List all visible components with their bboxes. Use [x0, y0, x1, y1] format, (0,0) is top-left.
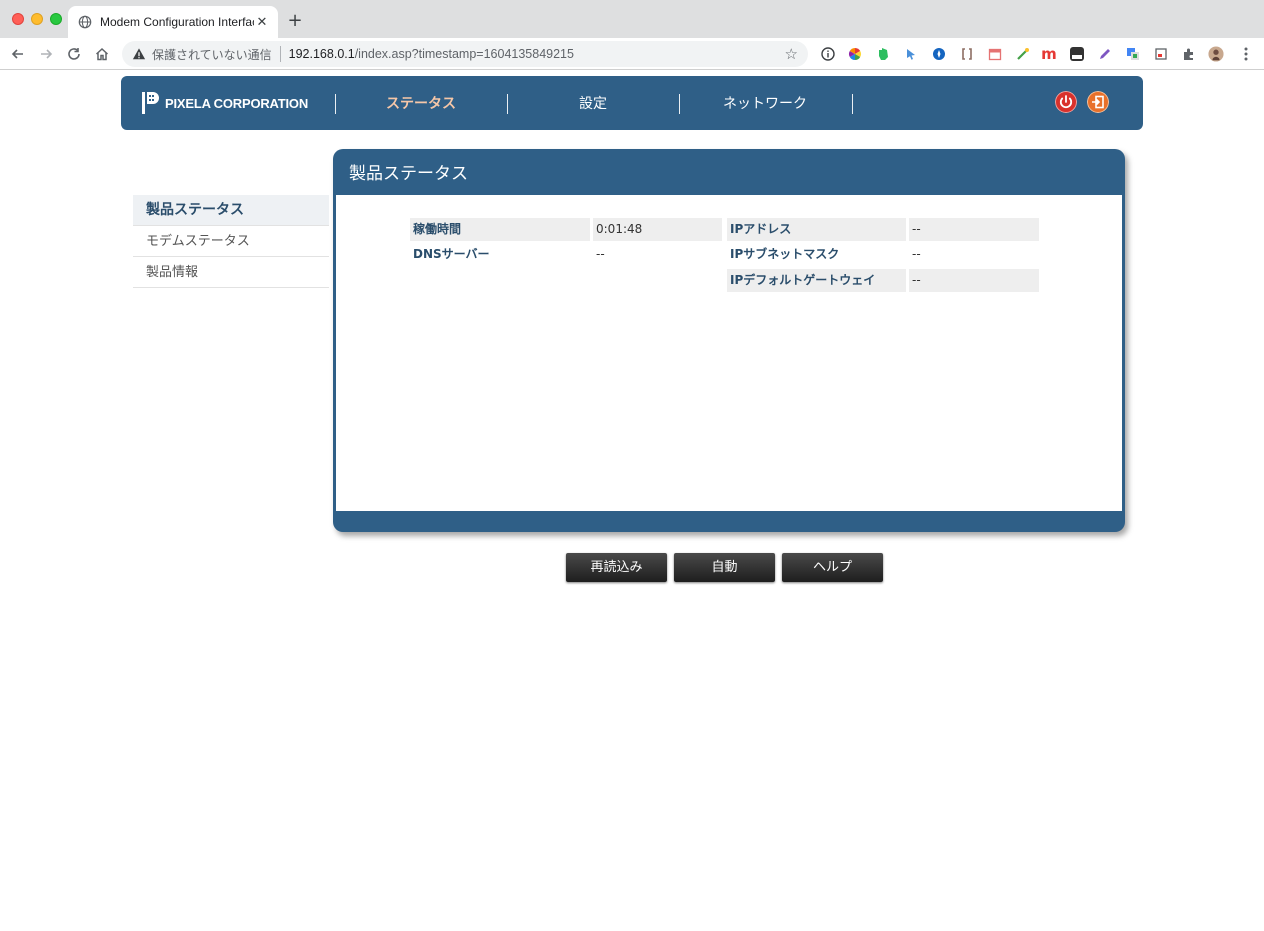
color-wheel-icon[interactable] [847, 46, 863, 62]
pixela-logo: PIXELA CORPORATION [141, 92, 308, 114]
router-header: PIXELA CORPORATION ステータス 設定 ネットワーク [121, 76, 1143, 130]
home-icon [95, 47, 109, 61]
ip-address-value: -- [909, 218, 1039, 241]
window-icon[interactable] [1153, 46, 1169, 62]
reload-button[interactable] [62, 42, 86, 66]
browser-tab[interactable]: Modem Configuration Interface ✕ [68, 6, 278, 38]
sidebar-item-product-status[interactable]: 製品ステータス [133, 195, 329, 226]
sidebar-item-product-info[interactable]: 製品情報 [133, 257, 329, 288]
address-separator [279, 46, 281, 62]
address-bar[interactable]: 保護されていない通信 192.168.0.1 /index.asp?timest… [122, 41, 808, 67]
evernote-icon[interactable] [875, 46, 891, 62]
window-zoom-button[interactable] [50, 13, 62, 25]
insecure-label[interactable]: 保護されていない通信 [152, 46, 272, 63]
logo-text: PIXELA CORPORATION [165, 95, 309, 111]
sidebar-item-modem-status[interactable]: モデムステータス [133, 226, 329, 257]
nav-status[interactable]: ステータス [336, 94, 506, 114]
uptime-label: 稼働時間 [410, 218, 590, 241]
reload-icon [68, 48, 80, 60]
m-icon[interactable]: m [1041, 45, 1057, 63]
default-gateway-label: IPデフォルトゲートウェイ [727, 269, 906, 292]
nav-network[interactable]: ネットワーク [680, 94, 850, 114]
auto-button[interactable]: 自動 [674, 553, 775, 582]
panel-body: 稼働時間 0:01:48 DNSサーバー -- IPアドレス -- IPサブネッ… [336, 195, 1122, 511]
subnet-mask-label: IPサブネットマスク [730, 247, 840, 261]
tab-close-icon[interactable]: ✕ [254, 15, 270, 30]
cursor-icon[interactable] [903, 46, 919, 62]
reload-data-button[interactable]: 再読込み [566, 553, 667, 582]
back-button[interactable] [6, 42, 30, 66]
url-path: /index.asp?timestamp=1604135849215 [354, 47, 574, 61]
window-minimize-button[interactable] [31, 13, 43, 25]
window-close-button[interactable] [12, 13, 24, 25]
status-panel: 製品ステータス 稼働時間 0:01:48 DNSサーバー -- IPアドレス -… [333, 149, 1125, 532]
new-tab-button[interactable]: + [284, 10, 306, 32]
tab-title: Modem Configuration Interface [100, 15, 254, 29]
warning-icon [132, 48, 146, 60]
nav-divider [852, 94, 853, 114]
menu-icon[interactable] [1238, 46, 1254, 62]
home-button[interactable] [90, 42, 114, 66]
power-icon[interactable] [1055, 91, 1077, 113]
nav-settings[interactable]: 設定 [508, 94, 678, 114]
sidebar: 製品ステータス モデムステータス 製品情報 [133, 195, 329, 288]
ip-address-label: IPアドレス [727, 218, 906, 241]
globe-icon [78, 15, 92, 29]
google-translate-icon[interactable] [1125, 46, 1141, 62]
arrow-right-icon [41, 49, 53, 59]
pencil-icon[interactable] [1097, 46, 1113, 62]
default-gateway-value: -- [909, 269, 1039, 292]
compass-icon[interactable] [931, 46, 947, 62]
url-host: 192.168.0.1 [288, 47, 355, 61]
browser-toolbar: 保護されていない通信 192.168.0.1 /index.asp?timest… [0, 38, 1264, 70]
info-icon[interactable] [820, 46, 836, 62]
browser-tab-bar: Modem Configuration Interface ✕ + [0, 0, 1264, 38]
logout-icon[interactable] [1087, 91, 1109, 113]
off-icon[interactable] [1069, 46, 1085, 62]
subnet-mask-value: -- [912, 247, 921, 261]
uptime-value: 0:01:48 [593, 218, 722, 241]
help-button[interactable]: ヘルプ [782, 553, 883, 582]
arrow-left-icon [11, 49, 23, 59]
puzzle-color-icon[interactable] [1015, 46, 1031, 62]
forward-button[interactable] [34, 42, 58, 66]
calendar-icon[interactable] [987, 46, 1003, 62]
panel-title: 製品ステータス [349, 164, 468, 184]
extensions-icon[interactable] [1181, 46, 1197, 62]
brackets-icon[interactable] [959, 46, 975, 62]
dns-server-value: -- [596, 247, 605, 261]
pixela-logo-icon [142, 92, 159, 114]
avatar-icon[interactable] [1208, 46, 1224, 62]
bookmark-star-icon[interactable]: ☆ [785, 45, 798, 63]
dns-server-label: DNSサーバー [413, 247, 490, 261]
